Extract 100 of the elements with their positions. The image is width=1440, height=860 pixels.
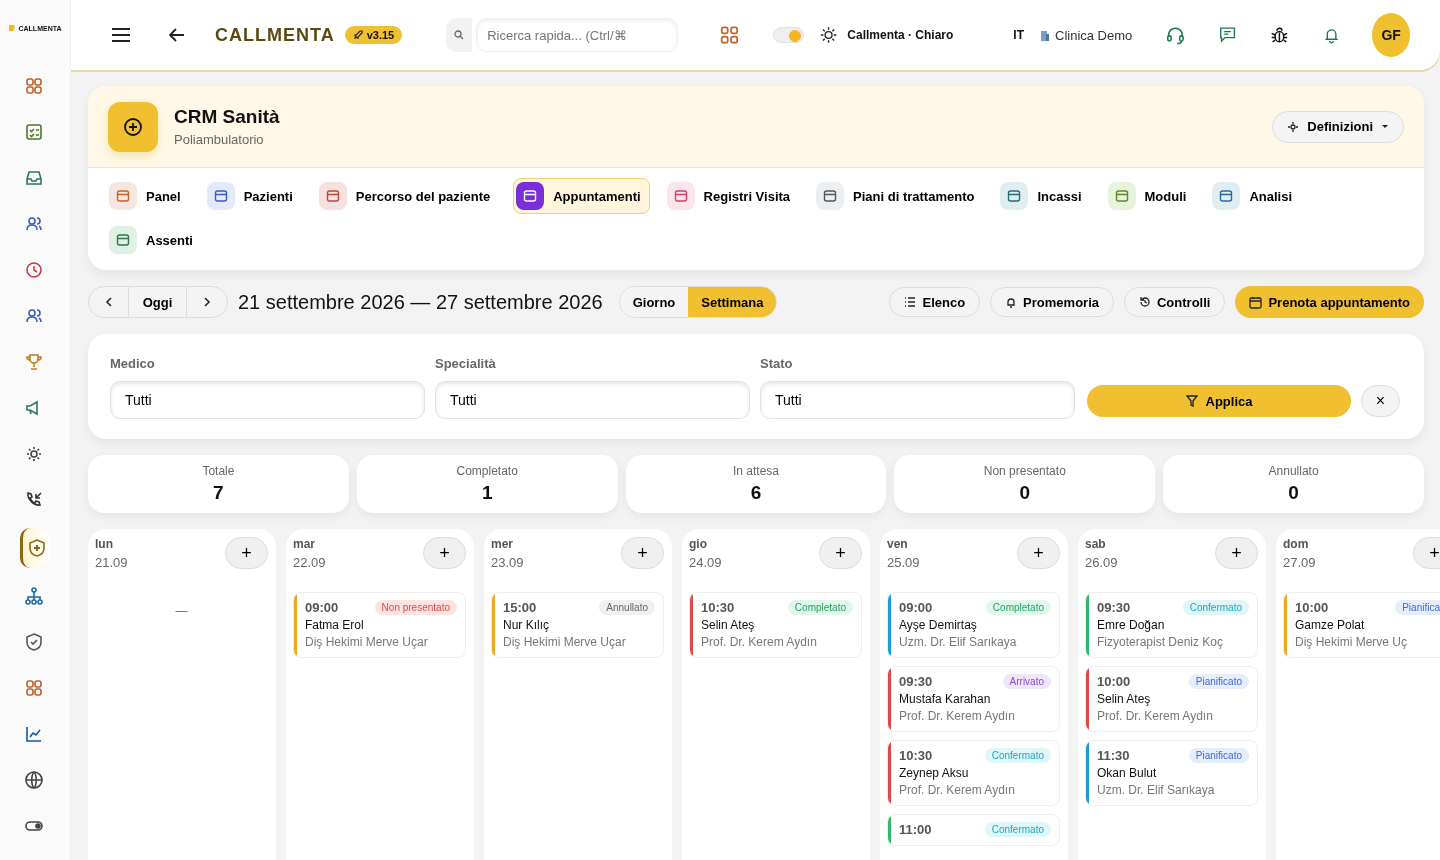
theme-toggle[interactable] [773,27,805,43]
module-tab[interactable]: Panel [106,178,190,214]
module-tab[interactable]: Registri Visita [663,178,800,214]
status-badge: Arrivato [1002,674,1051,689]
view-tab[interactable]: Settimana [688,287,777,317]
appointment-card[interactable]: 10:30 Completato Selin Ateş Prof. Dr. Kerem Aydın [689,592,862,658]
grid-icon [24,76,44,96]
toolbar-button[interactable]: Controlli [1124,287,1226,317]
day-name: sab [1085,537,1107,551]
day-date: 25.09 [887,555,920,570]
patient-name: Mustafa Karahan [899,692,992,706]
status-badge: Completato [787,600,853,615]
status-badge: Pianificato [1188,674,1249,689]
menu-icon [111,27,131,43]
patient-name: Nur Kılıç [503,618,550,632]
module-subtitle: Poliambulatorio [174,132,265,147]
add-button[interactable]: + [819,537,862,569]
stat-label: In attesa [732,464,779,478]
module-tab[interactable]: Piani di trattamento [813,178,984,214]
calendar-icon [672,188,689,204]
sun-icon[interactable] [820,25,838,45]
status-badge: Confermato [984,822,1051,837]
appointment-card[interactable]: 10:00 Pianifica Gamze Polat Diş Hekimi Merve Uç [1283,592,1440,658]
appointment-card[interactable]: 09:30 Confermato Emre Doğan Fizyoterapist Deniz Koç [1085,592,1258,658]
add-button[interactable]: + [1215,537,1258,569]
calendar-icon [1006,188,1023,204]
filter-select[interactable]: Tutti [435,381,750,419]
module-tab[interactable]: Pazienti [203,178,302,214]
search-field[interactable]: Ricerca rapida... (Ctrl/⌘ [476,18,679,52]
stat-value: 0 [1288,482,1299,504]
appointment-card[interactable]: 09:30 Arrivato Mustafa Karahan Prof. Dr. Kerem Aydın [887,666,1060,732]
hierarchy-icon [24,586,44,606]
appointment-card[interactable]: 09:00 Non presentato Fatma Erol Diş Hekimi Merve Uçar [293,592,466,658]
module-tab[interactable]: Moduli [1104,178,1196,214]
toolbar-button[interactable]: Elenco [889,287,981,317]
appointment-card[interactable]: 10:30 Confermato Zeynep Aksu Prof. Dr. Kerem Aydın [887,740,1060,806]
appointment-card[interactable]: 11:00 Confermato [887,814,1060,846]
language-selector[interactable]: IT [1013,28,1024,42]
doctor-name: Uzm. Dr. Elif Sarıkaya [899,635,1018,649]
add-button[interactable]: + [621,537,664,569]
day-name: ven [887,537,909,551]
plus-circle-icon [123,116,143,137]
add-button[interactable]: + [1017,537,1060,569]
status-badge: Confermato [984,748,1051,763]
user-avatar[interactable]: GF [1372,13,1410,57]
appointment-card[interactable]: 10:00 Pianificato Selin Ateş Prof. Dr. Kerem Aydın [1085,666,1258,732]
filter-label: Stato [760,356,794,371]
calendar-icon [115,232,131,248]
module-tab[interactable]: Appuntamenti [513,178,650,214]
module-tab[interactable]: Incassi [997,178,1091,214]
inbox-icon [24,168,44,188]
chart-icon [24,724,44,744]
add-button[interactable]: + [423,537,466,569]
module-tab[interactable]: Assenti [106,222,202,258]
doctor-name: Prof. Dr. Kerem Aydın [1097,709,1214,723]
stat-value: 1 [481,482,493,504]
add-button[interactable]: + [225,537,268,569]
definitions-button[interactable]: Definizioni [1272,110,1404,143]
stat-label: Completato [456,464,518,478]
appointment-card[interactable]: 09:00 Completato Ayşe Demirtaş Uzm. Dr. Elif Sarıkaya [887,592,1060,658]
clock-icon [24,260,44,280]
apply-button[interactable]: Applica [1087,385,1351,417]
clear-button[interactable]: × [1361,385,1400,417]
patient-name: Selin Ateş [1097,692,1152,706]
day-date: 21.09 [95,555,128,570]
add-button[interactable]: + [1413,537,1440,569]
filter-select[interactable]: Tutti [760,381,1075,419]
chevron-left-icon [105,297,112,307]
theme-name: Callmenta · Chiaro [847,28,954,42]
patient-name: Fatma Erol [305,618,365,632]
filter-select[interactable]: Tutti [110,381,425,419]
day-name: mer [491,537,514,551]
calendar-icon [324,188,341,204]
status-badge: Pianificato [1188,748,1249,763]
toolbar-button[interactable]: Promemoria [990,287,1114,317]
apps-icon[interactable] [720,24,740,46]
appointment-time: 11:00 [899,822,932,837]
doctor-name: Prof. Dr. Kerem Aydın [701,635,818,649]
headset-icon[interactable] [1166,24,1186,46]
back-arrow-icon [169,28,185,42]
filter-icon [1185,395,1198,407]
module-tab[interactable]: Percorso del paziente [315,178,500,214]
day-name: gio [689,537,708,551]
module-tab[interactable]: Analisi [1209,178,1302,214]
book-appointment-button[interactable]: Prenota appuntamento [1235,286,1424,318]
chat-icon[interactable] [1219,25,1237,45]
shield-plus-icon [26,538,47,558]
status-badge: Non presentato [374,600,457,615]
stat-value: 0 [1019,482,1031,504]
globe-icon [24,770,44,790]
clinic-name[interactable]: Clinica Demo [1055,27,1133,43]
day-date: 23.09 [491,555,524,570]
appointment-time: 09:00 [305,600,339,615]
appointment-card[interactable]: 15:00 Annullato Nur Kılıç Diş Hekimi Merve Uçar [491,592,664,658]
status-badge: Annullato [599,600,655,615]
doctor-name: Diş Hekimi Merve Uçar [503,635,627,649]
appointment-card[interactable]: 11:30 Pianificato Okan Bulut Uzm. Dr. Elif Sarıkaya [1085,740,1258,806]
bug-icon[interactable] [1270,24,1290,46]
patient-name: Okan Bulut [1097,766,1158,780]
appointment-time: 15:00 [503,600,537,615]
